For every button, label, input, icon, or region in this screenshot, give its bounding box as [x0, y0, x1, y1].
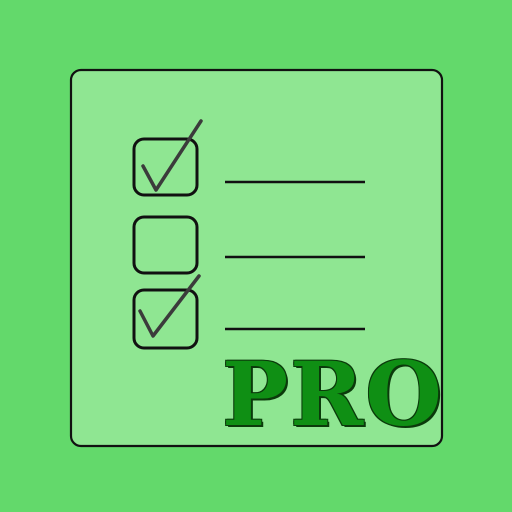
app-icon: PRO: [0, 0, 512, 512]
pro-badge: PRO: [222, 342, 444, 446]
